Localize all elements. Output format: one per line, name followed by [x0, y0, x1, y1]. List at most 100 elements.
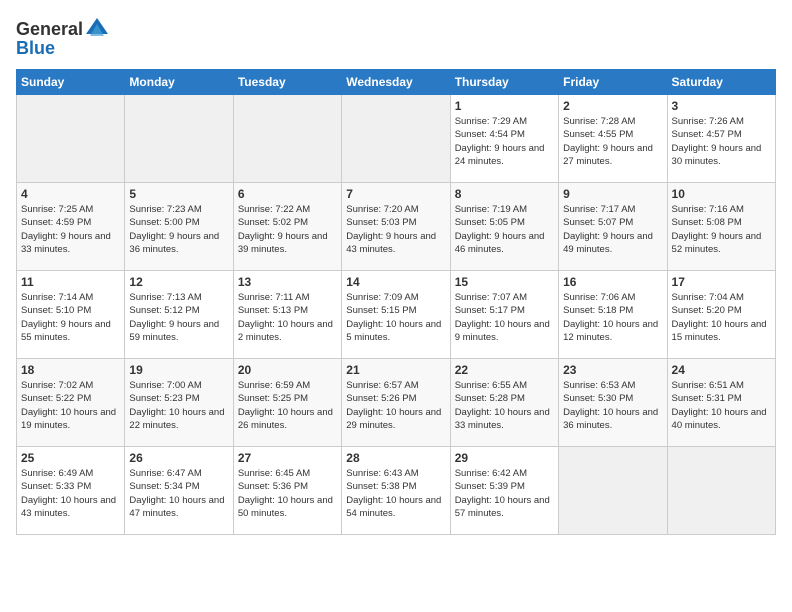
calendar-cell: 19 Sunrise: 7:00 AM Sunset: 5:23 PM Dayl…: [125, 359, 233, 447]
calendar-cell: 15 Sunrise: 7:07 AM Sunset: 5:17 PM Dayl…: [450, 271, 558, 359]
logo: General Blue: [16, 16, 111, 59]
calendar-cell: 9 Sunrise: 7:17 AM Sunset: 5:07 PM Dayli…: [559, 183, 667, 271]
day-number: 10: [672, 187, 771, 201]
day-number: 22: [455, 363, 554, 377]
logo-general: General: [16, 19, 83, 40]
day-number: 25: [21, 451, 120, 465]
calendar-cell: 25 Sunrise: 6:49 AM Sunset: 5:33 PM Dayl…: [17, 447, 125, 535]
day-number: 5: [129, 187, 228, 201]
day-info: Sunrise: 6:42 AM Sunset: 5:39 PM Dayligh…: [455, 467, 554, 520]
day-number: 9: [563, 187, 662, 201]
header-sunday: Sunday: [17, 70, 125, 95]
day-info: Sunrise: 7:16 AM Sunset: 5:08 PM Dayligh…: [672, 203, 771, 256]
day-number: 19: [129, 363, 228, 377]
calendar-cell: 14 Sunrise: 7:09 AM Sunset: 5:15 PM Dayl…: [342, 271, 450, 359]
day-info: Sunrise: 7:28 AM Sunset: 4:55 PM Dayligh…: [563, 115, 662, 168]
calendar-cell: [559, 447, 667, 535]
day-number: 13: [238, 275, 337, 289]
header-wednesday: Wednesday: [342, 70, 450, 95]
day-number: 14: [346, 275, 445, 289]
logo-icon: [84, 16, 110, 42]
day-number: 11: [21, 275, 120, 289]
day-info: Sunrise: 7:02 AM Sunset: 5:22 PM Dayligh…: [21, 379, 120, 432]
calendar-cell: 7 Sunrise: 7:20 AM Sunset: 5:03 PM Dayli…: [342, 183, 450, 271]
header-saturday: Saturday: [667, 70, 775, 95]
day-number: 15: [455, 275, 554, 289]
day-number: 20: [238, 363, 337, 377]
header-thursday: Thursday: [450, 70, 558, 95]
calendar-cell: 3 Sunrise: 7:26 AM Sunset: 4:57 PM Dayli…: [667, 95, 775, 183]
calendar-cell: 21 Sunrise: 6:57 AM Sunset: 5:26 PM Dayl…: [342, 359, 450, 447]
calendar-cell: [125, 95, 233, 183]
day-number: 1: [455, 99, 554, 113]
calendar-cell: 18 Sunrise: 7:02 AM Sunset: 5:22 PM Dayl…: [17, 359, 125, 447]
calendar-cell: 22 Sunrise: 6:55 AM Sunset: 5:28 PM Dayl…: [450, 359, 558, 447]
day-info: Sunrise: 7:19 AM Sunset: 5:05 PM Dayligh…: [455, 203, 554, 256]
page-header: General Blue: [16, 16, 776, 59]
calendar-cell: 26 Sunrise: 6:47 AM Sunset: 5:34 PM Dayl…: [125, 447, 233, 535]
day-info: Sunrise: 7:13 AM Sunset: 5:12 PM Dayligh…: [129, 291, 228, 344]
header-friday: Friday: [559, 70, 667, 95]
calendar-cell: 27 Sunrise: 6:45 AM Sunset: 5:36 PM Dayl…: [233, 447, 341, 535]
day-info: Sunrise: 7:22 AM Sunset: 5:02 PM Dayligh…: [238, 203, 337, 256]
day-info: Sunrise: 6:47 AM Sunset: 5:34 PM Dayligh…: [129, 467, 228, 520]
calendar-cell: 11 Sunrise: 7:14 AM Sunset: 5:10 PM Dayl…: [17, 271, 125, 359]
day-number: 18: [21, 363, 120, 377]
calendar-cell: 24 Sunrise: 6:51 AM Sunset: 5:31 PM Dayl…: [667, 359, 775, 447]
week-row-5: 25 Sunrise: 6:49 AM Sunset: 5:33 PM Dayl…: [17, 447, 776, 535]
logo-blue: Blue: [16, 38, 55, 59]
day-info: Sunrise: 7:29 AM Sunset: 4:54 PM Dayligh…: [455, 115, 554, 168]
header-monday: Monday: [125, 70, 233, 95]
day-info: Sunrise: 6:53 AM Sunset: 5:30 PM Dayligh…: [563, 379, 662, 432]
calendar-cell: 23 Sunrise: 6:53 AM Sunset: 5:30 PM Dayl…: [559, 359, 667, 447]
calendar-cell: [342, 95, 450, 183]
calendar-cell: 5 Sunrise: 7:23 AM Sunset: 5:00 PM Dayli…: [125, 183, 233, 271]
calendar-table: SundayMondayTuesdayWednesdayThursdayFrid…: [16, 69, 776, 535]
calendar-cell: [667, 447, 775, 535]
day-number: 4: [21, 187, 120, 201]
calendar-cell: 2 Sunrise: 7:28 AM Sunset: 4:55 PM Dayli…: [559, 95, 667, 183]
day-info: Sunrise: 7:25 AM Sunset: 4:59 PM Dayligh…: [21, 203, 120, 256]
day-info: Sunrise: 7:07 AM Sunset: 5:17 PM Dayligh…: [455, 291, 554, 344]
day-number: 16: [563, 275, 662, 289]
day-number: 17: [672, 275, 771, 289]
day-info: Sunrise: 7:20 AM Sunset: 5:03 PM Dayligh…: [346, 203, 445, 256]
calendar-cell: [17, 95, 125, 183]
day-number: 24: [672, 363, 771, 377]
calendar-cell: 17 Sunrise: 7:04 AM Sunset: 5:20 PM Dayl…: [667, 271, 775, 359]
day-info: Sunrise: 6:57 AM Sunset: 5:26 PM Dayligh…: [346, 379, 445, 432]
week-row-1: 1 Sunrise: 7:29 AM Sunset: 4:54 PM Dayli…: [17, 95, 776, 183]
calendar-cell: 13 Sunrise: 7:11 AM Sunset: 5:13 PM Dayl…: [233, 271, 341, 359]
day-number: 3: [672, 99, 771, 113]
day-number: 26: [129, 451, 228, 465]
day-info: Sunrise: 7:11 AM Sunset: 5:13 PM Dayligh…: [238, 291, 337, 344]
day-number: 7: [346, 187, 445, 201]
calendar-cell: 12 Sunrise: 7:13 AM Sunset: 5:12 PM Dayl…: [125, 271, 233, 359]
day-number: 23: [563, 363, 662, 377]
calendar-cell: 29 Sunrise: 6:42 AM Sunset: 5:39 PM Dayl…: [450, 447, 558, 535]
calendar-cell: 16 Sunrise: 7:06 AM Sunset: 5:18 PM Dayl…: [559, 271, 667, 359]
day-info: Sunrise: 7:00 AM Sunset: 5:23 PM Dayligh…: [129, 379, 228, 432]
header-row: SundayMondayTuesdayWednesdayThursdayFrid…: [17, 70, 776, 95]
calendar-cell: 1 Sunrise: 7:29 AM Sunset: 4:54 PM Dayli…: [450, 95, 558, 183]
day-info: Sunrise: 7:17 AM Sunset: 5:07 PM Dayligh…: [563, 203, 662, 256]
calendar-cell: [233, 95, 341, 183]
day-number: 27: [238, 451, 337, 465]
day-number: 2: [563, 99, 662, 113]
day-info: Sunrise: 7:26 AM Sunset: 4:57 PM Dayligh…: [672, 115, 771, 168]
day-number: 8: [455, 187, 554, 201]
day-info: Sunrise: 7:04 AM Sunset: 5:20 PM Dayligh…: [672, 291, 771, 344]
day-info: Sunrise: 7:09 AM Sunset: 5:15 PM Dayligh…: [346, 291, 445, 344]
day-info: Sunrise: 7:06 AM Sunset: 5:18 PM Dayligh…: [563, 291, 662, 344]
day-number: 6: [238, 187, 337, 201]
day-number: 28: [346, 451, 445, 465]
day-info: Sunrise: 6:51 AM Sunset: 5:31 PM Dayligh…: [672, 379, 771, 432]
day-info: Sunrise: 6:59 AM Sunset: 5:25 PM Dayligh…: [238, 379, 337, 432]
calendar-cell: 28 Sunrise: 6:43 AM Sunset: 5:38 PM Dayl…: [342, 447, 450, 535]
header-tuesday: Tuesday: [233, 70, 341, 95]
calendar-cell: 20 Sunrise: 6:59 AM Sunset: 5:25 PM Dayl…: [233, 359, 341, 447]
week-row-4: 18 Sunrise: 7:02 AM Sunset: 5:22 PM Dayl…: [17, 359, 776, 447]
day-info: Sunrise: 6:55 AM Sunset: 5:28 PM Dayligh…: [455, 379, 554, 432]
calendar-cell: 4 Sunrise: 7:25 AM Sunset: 4:59 PM Dayli…: [17, 183, 125, 271]
day-info: Sunrise: 6:49 AM Sunset: 5:33 PM Dayligh…: [21, 467, 120, 520]
